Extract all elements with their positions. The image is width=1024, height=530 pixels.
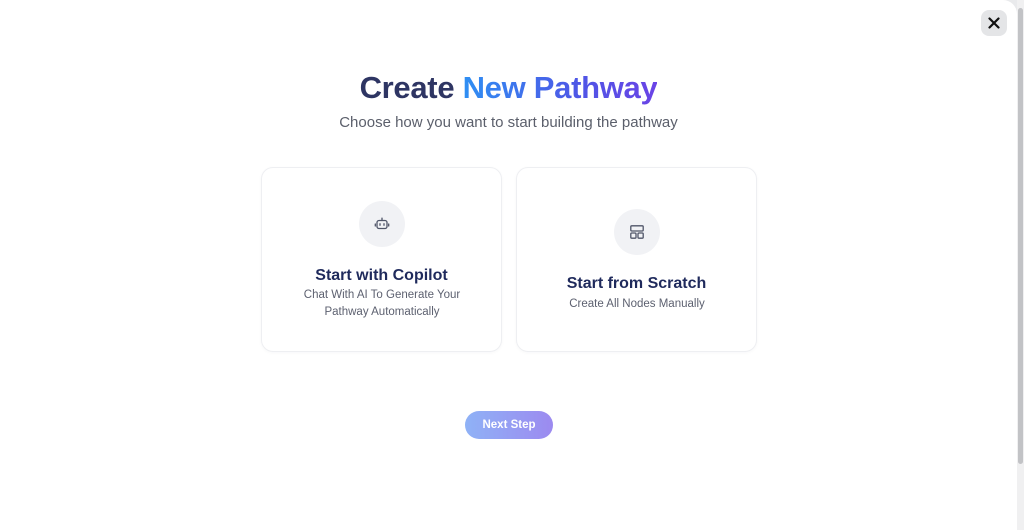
page-title: Create New Pathway <box>0 68 1017 108</box>
card-title: Start with Copilot <box>315 267 448 284</box>
scratch-icon-circle <box>614 209 660 255</box>
card-description: Create All Nodes Manually <box>569 298 705 310</box>
card-description: Chat With AI To Generate Your Pathway Au… <box>303 289 461 318</box>
scrollbar-thumb[interactable] <box>1018 8 1023 464</box>
card-title: Start from Scratch <box>566 275 707 292</box>
title-plain: Create <box>359 70 455 105</box>
layout-icon <box>630 225 644 239</box>
robot-icon <box>374 217 390 230</box>
create-pathway-dialog: Create New Pathway Choose how you want t… <box>0 0 1017 530</box>
close-icon <box>988 17 1000 29</box>
start-from-scratch-card[interactable]: Start from Scratch Create All Nodes Manu… <box>516 167 757 352</box>
page-subtitle: Choose how you want to start building th… <box>339 114 678 131</box>
copilot-icon-circle <box>359 201 405 247</box>
close-button[interactable] <box>981 10 1007 36</box>
scrollbar[interactable] <box>1017 0 1024 530</box>
title-accent: New Pathway <box>462 70 658 105</box>
next-step-button[interactable]: Next Step <box>465 411 553 439</box>
start-with-copilot-card[interactable]: Start with Copilot Chat With AI To Gener… <box>261 167 502 352</box>
